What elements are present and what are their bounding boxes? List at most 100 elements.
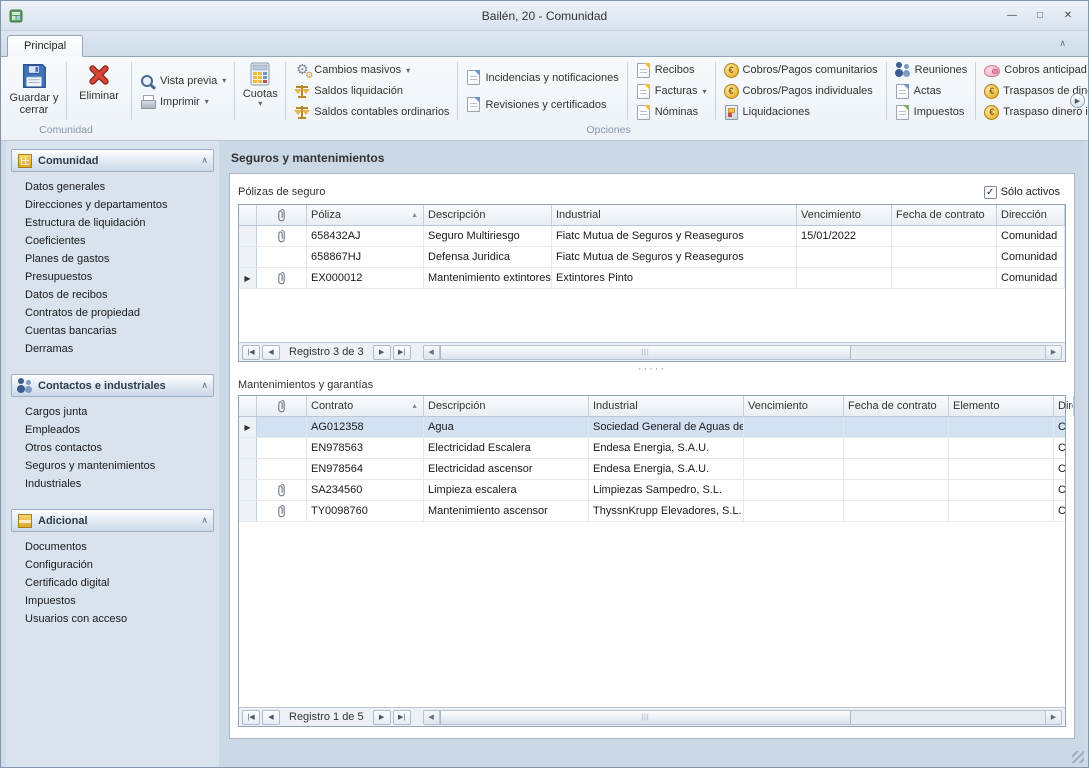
sidebar-item[interactable]: Presupuestos (11, 268, 214, 286)
scroll-left-icon[interactable]: ◀ (424, 711, 440, 724)
sidebar-item[interactable]: Derramas (11, 340, 214, 358)
sidebar-item[interactable]: Estructura de liquidación (11, 214, 214, 232)
sidebar-item[interactable]: Industriales (11, 475, 214, 493)
prev-record-button[interactable]: ◀ (262, 710, 280, 725)
settlement-balances-button[interactable]: Saldos liquidación (291, 82, 452, 101)
record-status: Registro 3 de 3 (289, 346, 364, 358)
scroll-track[interactable]: ||| (440, 346, 1045, 359)
header-selector[interactable] (239, 205, 257, 225)
cuotas-button[interactable]: Cuotas ▾ (238, 59, 282, 123)
first-record-button[interactable]: |◀ (242, 345, 260, 360)
header-attachment[interactable] (257, 396, 307, 416)
grid-splitter[interactable]: ····· (238, 362, 1066, 375)
solo-activos-checkbox[interactable]: ✓ Sólo activos (984, 186, 1060, 199)
sidebar-item[interactable]: Direcciones y departamentos (11, 196, 214, 214)
tab-principal[interactable]: Principal (7, 35, 83, 57)
polizas-row[interactable]: ▶ 658432AJ Seguro Multiriesgo Fiatc Mutu… (239, 226, 1065, 247)
polizas-header-row: Póliza▲ Descripción Industrial Vencimien… (239, 205, 1065, 226)
sidebar-item[interactable]: Coeficientes (11, 232, 214, 250)
horizontal-scrollbar[interactable]: ◀ ||| ▶ (423, 345, 1062, 360)
individual-payments-button[interactable]: Cobros/Pagos individuales (721, 82, 881, 101)
first-record-button[interactable]: |◀ (242, 710, 260, 725)
last-record-button[interactable]: ▶| (393, 710, 411, 725)
scroll-right-icon[interactable]: ▶ (1045, 711, 1061, 724)
polizas-row[interactable]: ▶ 658867HJ Defensa Juridica Fiatc Mutua … (239, 247, 1065, 268)
sidebar-item[interactable]: Seguros y mantenimientos (11, 457, 214, 475)
next-record-button[interactable]: ▶ (373, 345, 391, 360)
sidebar-item[interactable]: Cuentas bancarias (11, 322, 214, 340)
header-contrato[interactable]: Contrato▲ (307, 396, 424, 416)
print-button[interactable]: Imprimir ▾ (137, 92, 229, 111)
incidents-button[interactable]: Incidencias y notificaciones (463, 68, 621, 87)
sidebar-item[interactable]: Empleados (11, 421, 214, 439)
header-poliza[interactable]: Póliza▲ (307, 205, 424, 225)
receipts-button[interactable]: Recibos (633, 61, 710, 80)
mantenimientos-row[interactable]: ▶ TY0098760 Mantenimiento ascensor Thyss… (239, 501, 1065, 522)
header-industrial[interactable]: Industrial (552, 205, 797, 225)
scroll-left-icon[interactable]: ◀ (424, 346, 440, 359)
sidebar-item[interactable]: Configuración (11, 556, 214, 574)
header-selector[interactable] (239, 396, 257, 416)
header-descripcion[interactable]: Descripción (424, 205, 552, 225)
collapse-icon[interactable]: ∧ (201, 380, 208, 391)
sidebar-item[interactable]: Documentos (11, 538, 214, 556)
sidebar-item[interactable]: Datos de recibos (11, 286, 214, 304)
prev-record-button[interactable]: ◀ (262, 345, 280, 360)
mantenimientos-row[interactable]: ▶ EN978563 Electricidad Escalera Endesa … (239, 438, 1065, 459)
sidebar-item[interactable]: Usuarios con acceso (11, 610, 214, 628)
payroll-button[interactable]: Nóminas (633, 103, 710, 122)
delete-button[interactable]: Eliminar (70, 59, 128, 123)
ribbon-overflow-button[interactable]: ▶ (1070, 93, 1085, 108)
ordinary-balances-button[interactable]: Saldos contables ordinarios (291, 103, 452, 122)
header-fecha-contrato[interactable]: Fecha de contrato (892, 205, 997, 225)
taxes-button[interactable]: Impuestos (892, 103, 971, 122)
scroll-thumb[interactable]: ||| (440, 711, 852, 724)
header-industrial[interactable]: Industrial (589, 396, 744, 416)
resize-grip[interactable] (1072, 751, 1084, 763)
meetings-button[interactable]: Reuniones (892, 61, 971, 80)
collapse-icon[interactable]: ∧ (201, 515, 208, 526)
header-direccion[interactable]: Dirección (1054, 396, 1074, 416)
header-vencimiento[interactable]: Vencimiento (797, 205, 892, 225)
scroll-thumb[interactable]: ||| (440, 346, 852, 359)
header-vencimiento[interactable]: Vencimiento (744, 396, 844, 416)
settlements-button[interactable]: Liquidaciones (721, 103, 881, 122)
restore-button[interactable]: □ (1028, 7, 1052, 24)
ribbon-collapse-icon[interactable]: ∧ (1059, 38, 1066, 49)
massive-changes-button[interactable]: Cambios masivos ▾ (291, 61, 452, 80)
sidebar-item[interactable]: Contratos de propiedad (11, 304, 214, 322)
sidebar-section-contactos[interactable]: Contactos e industriales ∧ (11, 374, 214, 397)
minimize-button[interactable]: — (1000, 7, 1024, 24)
header-attachment[interactable] (257, 205, 307, 225)
sidebar-section-adicional[interactable]: Adicional ∧ (11, 509, 214, 532)
horizontal-scrollbar[interactable]: ◀ ||| ▶ (423, 710, 1062, 725)
save-close-button[interactable]: Guardar y cerrar (5, 59, 63, 123)
scroll-right-icon[interactable]: ▶ (1045, 346, 1061, 359)
sidebar-item[interactable]: Datos generales (11, 178, 214, 196)
mantenimientos-row[interactable]: ▶ EN978564 Electricidad ascensor Endesa … (239, 459, 1065, 480)
sidebar-item[interactable]: Certificado digital (11, 574, 214, 592)
collapse-icon[interactable]: ∧ (201, 155, 208, 166)
mantenimientos-row[interactable]: ▶ SA234560 Limpieza escalera Limpiezas S… (239, 480, 1065, 501)
invoices-button[interactable]: Facturas ▾ (633, 82, 710, 101)
sidebar-item[interactable]: Cargos junta (11, 403, 214, 421)
advance-collections-button[interactable]: Cobros anticipad (981, 61, 1088, 80)
preview-button[interactable]: Vista previa ▾ (137, 71, 229, 90)
header-fecha-contrato[interactable]: Fecha de contrato (844, 396, 949, 416)
last-record-button[interactable]: ▶| (393, 345, 411, 360)
community-payments-button[interactable]: Cobros/Pagos comunitarios (721, 61, 881, 80)
minutes-button[interactable]: Actas (892, 82, 971, 101)
sidebar-item[interactable]: Planes de gastos (11, 250, 214, 268)
polizas-row[interactable]: ▶ EX000012 Mantenimiento extintores Exti… (239, 268, 1065, 289)
header-direccion[interactable]: Dirección (997, 205, 1065, 225)
header-elemento[interactable]: Elemento (949, 396, 1054, 416)
revisions-button[interactable]: Revisiones y certificados (463, 95, 621, 114)
close-button[interactable]: ✕ (1056, 7, 1080, 24)
header-descripcion[interactable]: Descripción (424, 396, 589, 416)
sidebar-section-comunidad[interactable]: Comunidad ∧ (11, 149, 214, 172)
scroll-track[interactable]: ||| (440, 711, 1045, 724)
next-record-button[interactable]: ▶ (373, 710, 391, 725)
sidebar-item[interactable]: Impuestos (11, 592, 214, 610)
sidebar-item[interactable]: Otros contactos (11, 439, 214, 457)
mantenimientos-row[interactable]: ▶ AG012358 Agua Sociedad General de Agua… (239, 417, 1065, 438)
